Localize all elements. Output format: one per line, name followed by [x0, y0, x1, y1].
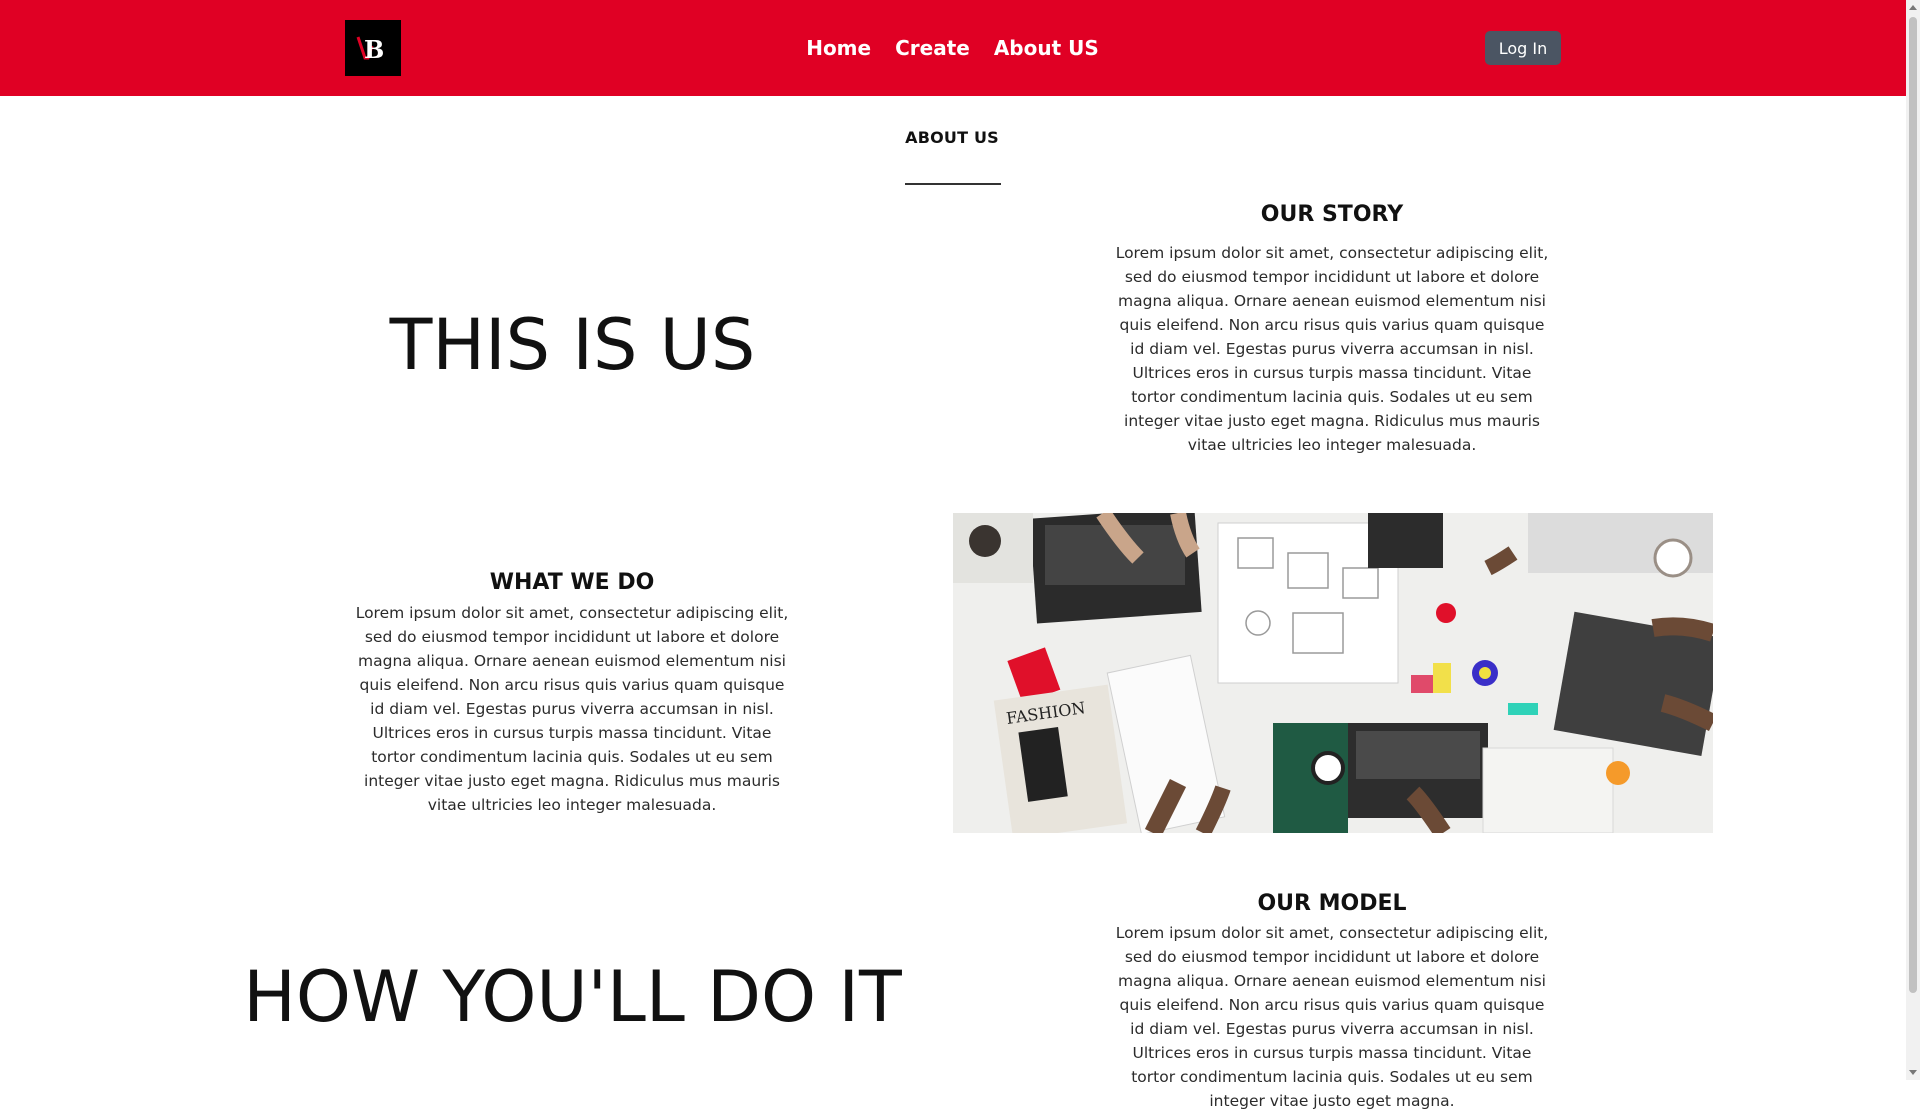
- vertical-scrollbar[interactable]: [1906, 0, 1920, 1080]
- our-story-title: OUR STORY: [1260, 202, 1404, 227]
- teamwork-image: FASHION: [953, 513, 1713, 833]
- our-model-title: OUR MODEL: [1257, 891, 1407, 916]
- logo-mark-icon: B: [345, 20, 401, 76]
- page-title: ABOUT US: [905, 128, 999, 147]
- navbar: B Home Create About US Log In: [0, 0, 1906, 96]
- what-we-do-text: Lorem ipsum dolor sit amet, consectetur …: [355, 604, 789, 814]
- brand-logo[interactable]: B: [345, 20, 401, 76]
- how-youll-do-it-heading: HOW YOU'LL DO IT: [243, 956, 902, 1038]
- our-model-text: Lorem ipsum dolor sit amet, consectetur …: [1115, 924, 1549, 1110]
- scrollbar-thumb[interactable]: [1909, 17, 1917, 993]
- nav-link-home[interactable]: Home: [806, 36, 871, 60]
- nav-link-about-us[interactable]: About US: [994, 36, 1099, 60]
- what-we-do-title: WHAT WE DO: [489, 570, 655, 595]
- teamwork-photo-icon: FASHION: [953, 513, 1713, 833]
- this-is-us-heading: THIS IS US: [389, 304, 756, 386]
- main-nav: Home Create About US: [780, 0, 1125, 96]
- scroll-up-icon[interactable]: [1909, 5, 1917, 10]
- heading-divider: [905, 183, 1001, 185]
- login-button[interactable]: Log In: [1485, 31, 1561, 65]
- scroll-down-icon[interactable]: [1909, 1070, 1917, 1075]
- nav-link-create[interactable]: Create: [895, 36, 970, 60]
- our-story-text: Lorem ipsum dolor sit amet, consectetur …: [1115, 244, 1549, 454]
- svg-text:B: B: [364, 35, 384, 64]
